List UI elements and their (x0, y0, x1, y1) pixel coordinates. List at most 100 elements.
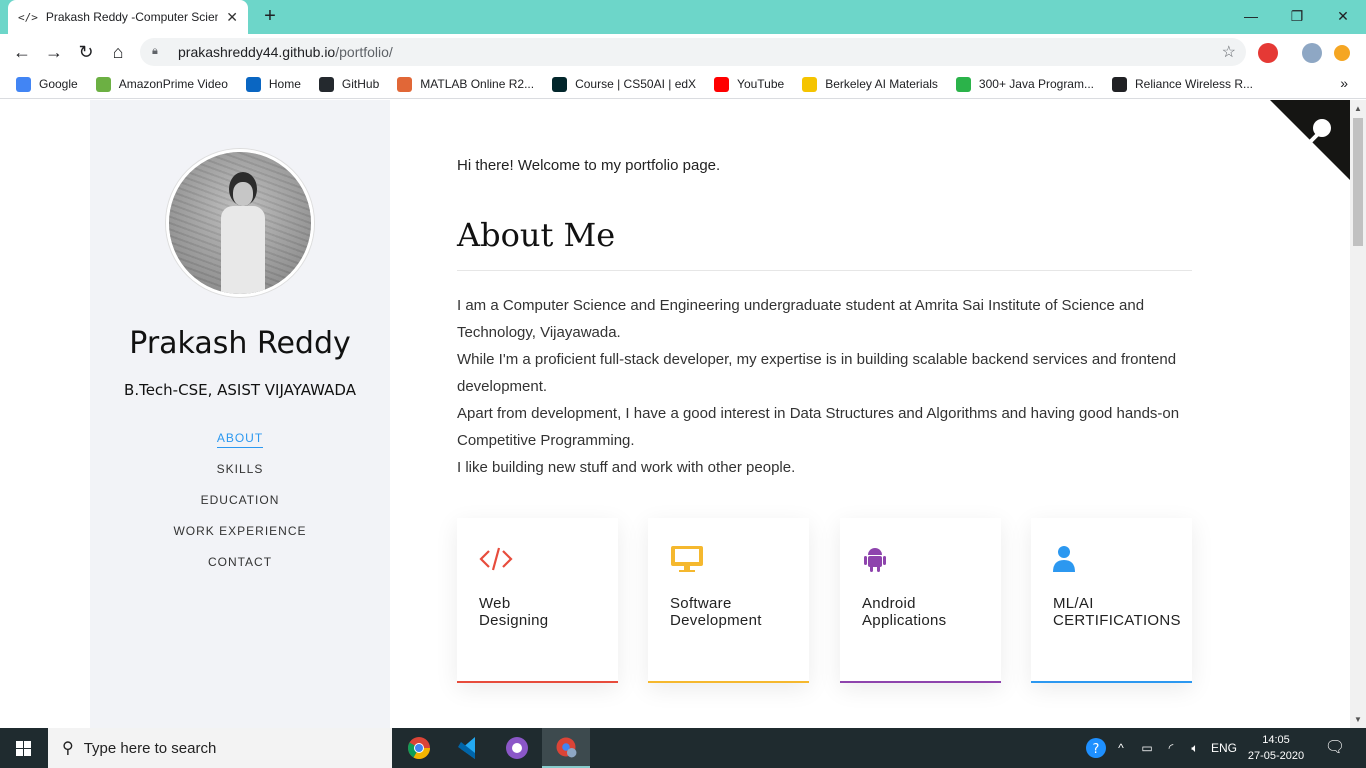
notifications-icon[interactable]: 🗨︎ (1320, 728, 1350, 768)
search-placeholder: Type here to search (83, 739, 217, 757)
bookmark-label: AmazonPrime Video (118, 77, 228, 91)
google-icon (16, 76, 31, 92)
chrome-icon[interactable] (395, 728, 443, 768)
profile-avatar[interactable] (1302, 43, 1322, 63)
code-favicon-icon: </> (18, 10, 38, 24)
globe-icon (1111, 76, 1127, 92)
new-tab-button[interactable]: + (258, 4, 282, 28)
back-button[interactable]: ← (10, 40, 34, 64)
bio-paragraph: While I'm a proficient full-stack develo… (457, 351, 1177, 395)
about-heading: About Me (457, 216, 616, 254)
card-android-applications[interactable]: Android Applications (840, 518, 1001, 683)
browser-tab-strip: </> Prakash Reddy -Computer Scienc ✕ + —… (0, 0, 1366, 34)
home-button[interactable]: ⌂ (106, 40, 130, 64)
minimize-button[interactable]: — (1228, 0, 1274, 32)
clock[interactable]: 14:05 27-05-2020 (1246, 732, 1306, 764)
nav-education[interactable]: EDUCATION (90, 492, 390, 523)
card-web-designing[interactable]: Web Designing (457, 518, 618, 683)
github-desktop-icon[interactable] (493, 728, 541, 768)
user-icon (1053, 546, 1075, 572)
bookmark-item[interactable]: Course | CS50AI | edX (552, 76, 697, 92)
bookmark-label: YouTube (737, 77, 785, 91)
sidebar: Prakash Reddy B.Tech-CSE, ASIST VIJAYAWA… (90, 100, 390, 728)
scroll-down-icon[interactable]: ▼ (1354, 715, 1362, 724)
bookmark-label: Berkeley AI Materials (825, 77, 938, 91)
bookmark-item[interactable]: Google (16, 76, 78, 92)
page-scrollbar[interactable]: ▲ ▼ (1350, 100, 1366, 728)
bookmark-label: Google (39, 77, 78, 91)
card-accent-bar (1031, 681, 1192, 683)
youtube-icon (714, 76, 730, 92)
scroll-up-icon[interactable]: ▲ (1354, 104, 1362, 113)
bookmark-label: 300+ Java Program... (978, 77, 1094, 91)
github-corner-icon[interactable] (1270, 100, 1350, 180)
vscode-icon[interactable] (444, 728, 492, 768)
profile-name: Prakash Reddy (129, 326, 351, 361)
bookmark-item[interactable]: 300+ Java Program... (955, 76, 1094, 92)
card-accent-bar (648, 681, 809, 683)
divider (457, 270, 1192, 271)
windows-taskbar: ⚲ Type here to search ? ^ ▭ ◜ 🔈︎ ENG 14:… (0, 728, 1366, 768)
card-ml-ai-certifications[interactable]: ML/AI CERTIFICATIONS (1031, 518, 1192, 683)
help-icon[interactable]: ? (1084, 728, 1108, 768)
sidebar-nav: ABOUT SKILLS EDUCATION WORK EXPERIENCE C… (90, 430, 390, 585)
reload-button[interactable]: ↻ (74, 40, 98, 64)
nav-about[interactable]: ABOUT (90, 430, 390, 461)
card-label: Android Applications (862, 595, 947, 629)
chrome-profile-icon[interactable] (542, 728, 590, 768)
bookmark-item[interactable]: YouTube (714, 76, 785, 92)
volume-icon[interactable]: 🔈︎ (1184, 728, 1206, 768)
svg-text:?: ? (1093, 742, 1100, 757)
clock-time: 14:05 (1262, 734, 1290, 746)
taskbar-search[interactable]: ⚲ Type here to search (48, 728, 392, 768)
edx-icon (552, 76, 568, 92)
url-path: /portfolio/ (335, 44, 393, 60)
card-software-development[interactable]: Software Development (648, 518, 809, 683)
language-indicator[interactable]: ENG (1208, 728, 1240, 768)
wifi-icon[interactable]: ◜ (1160, 728, 1182, 768)
search-icon: ⚲ (62, 740, 74, 757)
nav-work-experience[interactable]: WORK EXPERIENCE (90, 523, 390, 554)
bookmark-label: MATLAB Online R2... (420, 77, 535, 91)
bio-paragraph: Apart from development, I have a good in… (457, 405, 1180, 449)
browser-tab[interactable]: </> Prakash Reddy -Computer Scienc ✕ (8, 0, 248, 34)
profile-photo (166, 149, 314, 297)
extension-icon[interactable] (1258, 43, 1278, 63)
service-cards: Web Designing Software Development Andro… (457, 518, 1192, 684)
code-icon (479, 547, 513, 571)
bookmark-item[interactable]: AmazonPrime Video (95, 76, 228, 92)
windows-start-icon[interactable] (0, 728, 48, 768)
card-label: Software Development (670, 595, 762, 629)
prime-video-icon (95, 76, 111, 92)
bookmark-item[interactable]: GitHub (318, 76, 379, 92)
bookmark-item[interactable]: Reliance Wireless R... (1111, 76, 1254, 92)
tab-close-icon[interactable]: ✕ (226, 9, 238, 26)
java-icon (955, 76, 971, 92)
url-host: prakashreddy44.github.io (178, 44, 336, 60)
bookmark-star-icon[interactable]: ☆ (1222, 42, 1236, 62)
browser-toolbar: ← → ↻ ⌂ 🔒︎ prakashreddy44.github.io/port… (0, 34, 1366, 70)
chevron-up-icon[interactable]: ^ (1114, 728, 1128, 768)
restore-button[interactable]: ❐ (1274, 0, 1320, 32)
bookmark-item[interactable]: Berkeley AI Materials (802, 76, 938, 92)
lock-icon[interactable]: 🔒︎ (152, 45, 166, 59)
tab-title: Prakash Reddy -Computer Scienc (45, 10, 219, 24)
more-bookmarks-icon[interactable]: » (1340, 75, 1348, 91)
close-window-button[interactable]: ✕ (1320, 0, 1366, 32)
nav-skills[interactable]: SKILLS (90, 461, 390, 492)
bookmark-item[interactable]: Home (245, 76, 301, 92)
bookmark-item[interactable]: MATLAB Online R2... (397, 76, 535, 92)
forward-button[interactable]: → (42, 40, 66, 64)
bookmark-label: Reliance Wireless R... (1134, 77, 1254, 91)
bookmarks-bar: Google AmazonPrime Video Home GitHub MATLAB … (0, 70, 1366, 99)
bookmark-label: Course | CS50AI | edX (575, 77, 697, 91)
update-icon[interactable] (1334, 45, 1350, 61)
nav-contact[interactable]: CONTACT (90, 554, 390, 585)
scroll-thumb[interactable] (1353, 118, 1363, 246)
battery-icon[interactable]: ▭ (1136, 728, 1158, 768)
about-bio: I am a Computer Science and Engineering … (457, 292, 1192, 481)
card-label: ML/AI CERTIFICATIONS (1053, 595, 1181, 629)
address-bar[interactable]: 🔒︎ prakashreddy44.github.io/portfolio/ ☆ (140, 38, 1246, 66)
monitor-icon (671, 546, 703, 572)
profile-degree: B.Tech-CSE, ASIST VIJAYAWADA (124, 381, 356, 399)
